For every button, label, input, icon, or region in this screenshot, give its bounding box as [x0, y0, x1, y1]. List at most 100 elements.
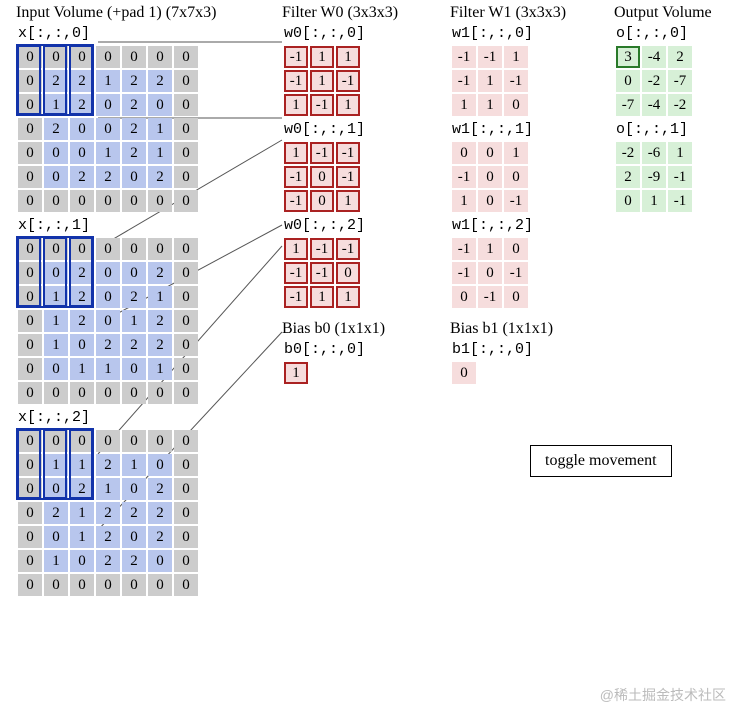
input-section: Input Volume (+pad 1) (7x7x3) x[:,:,0] 0…: [16, 4, 216, 598]
cell: 0: [44, 46, 68, 68]
cell: 0: [18, 382, 42, 404]
cell: 0: [148, 190, 172, 212]
cell: 0: [18, 526, 42, 548]
cell: 1: [478, 238, 502, 260]
cell: 0: [70, 118, 94, 140]
cell: 0: [174, 286, 198, 308]
x1-label: x[:,:,1]: [18, 217, 216, 234]
cell: 0: [148, 382, 172, 404]
cell: 1: [642, 190, 666, 212]
cell: -7: [668, 70, 692, 92]
cell: 1: [336, 286, 360, 308]
output-section: Output Volume o[:,:,0] 3-420-2-7-7-4-2 o…: [614, 4, 712, 214]
cell: -1: [452, 262, 476, 284]
cell: 1: [44, 550, 68, 572]
filter1-grid-0: -1-11-11-1110: [450, 44, 530, 118]
cell: -1: [310, 142, 334, 164]
cell: 0: [310, 190, 334, 212]
cell: 1: [478, 70, 502, 92]
cell: 1: [96, 142, 120, 164]
cell: 0: [174, 526, 198, 548]
cell: 0: [122, 166, 146, 188]
cell: 2: [122, 550, 146, 572]
cell: 0: [122, 190, 146, 212]
cell: 1: [148, 118, 172, 140]
cell: 0: [174, 142, 198, 164]
cell: 0: [96, 382, 120, 404]
cell: -1: [452, 166, 476, 188]
cell: 0: [18, 46, 42, 68]
w02-label: w0[:,:,2]: [284, 217, 398, 234]
cell: 2: [148, 502, 172, 524]
cell: 0: [18, 286, 42, 308]
cell: 2: [122, 334, 146, 356]
cell: -1: [452, 238, 476, 260]
cell: -9: [642, 166, 666, 188]
cell: -1: [336, 166, 360, 188]
cell: 1: [478, 94, 502, 116]
cell: 0: [18, 238, 42, 260]
cell: 0: [310, 166, 334, 188]
cell: 0: [18, 502, 42, 524]
cell: 0: [452, 286, 476, 308]
w01-label: w0[:,:,1]: [284, 121, 398, 138]
filter0-grid-2: 1-1-1-1-10-111: [282, 236, 362, 310]
cell: 0: [478, 262, 502, 284]
cell: 0: [70, 574, 94, 596]
cell: -1: [310, 94, 334, 116]
cell: 0: [174, 550, 198, 572]
cell: 0: [44, 142, 68, 164]
cell: 2: [148, 262, 172, 284]
cell: 1: [504, 46, 528, 68]
bias1-grid: 0: [450, 360, 478, 386]
cell: 0: [148, 46, 172, 68]
cell: 1: [96, 358, 120, 380]
cell: 0: [96, 190, 120, 212]
cell: 1: [122, 310, 146, 332]
cell: 0: [18, 262, 42, 284]
cell: 0: [452, 362, 476, 384]
cell: 0: [96, 430, 120, 452]
input-grid-0: 0000000022122001202000200210000121000220…: [16, 44, 200, 214]
cell: 1: [148, 142, 172, 164]
cell: 0: [174, 382, 198, 404]
cell: -1: [478, 46, 502, 68]
cell: 0: [478, 142, 502, 164]
cell: 0: [96, 574, 120, 596]
cell: 0: [122, 262, 146, 284]
cell: -1: [284, 190, 308, 212]
cell: -2: [616, 142, 640, 164]
cell: -1: [336, 238, 360, 260]
cell: 0: [44, 262, 68, 284]
cell: 1: [70, 358, 94, 380]
bias0-grid: 1: [282, 360, 310, 386]
cell: 0: [18, 310, 42, 332]
cell: 0: [174, 430, 198, 452]
cell: 2: [122, 118, 146, 140]
cell: 0: [616, 70, 640, 92]
cell: 0: [616, 190, 640, 212]
cell: 1: [310, 70, 334, 92]
cell: 0: [174, 358, 198, 380]
x2-label: x[:,:,2]: [18, 409, 216, 426]
b1-label: b1[:,:,0]: [452, 341, 566, 358]
cell: 2: [70, 166, 94, 188]
cell: 0: [70, 190, 94, 212]
toggle-movement-button[interactable]: toggle movement: [530, 445, 672, 477]
cell: 1: [44, 334, 68, 356]
cell: 0: [44, 526, 68, 548]
filter1-grid-2: -110-10-10-10: [450, 236, 530, 310]
cell: -7: [616, 94, 640, 116]
cell: 2: [148, 334, 172, 356]
cell: 2: [70, 286, 94, 308]
bias0-heading: Bias b0 (1x1x1): [282, 320, 398, 338]
cell: 0: [122, 430, 146, 452]
cell: -1: [452, 46, 476, 68]
cell: 0: [44, 478, 68, 500]
cell: 0: [44, 190, 68, 212]
cell: 0: [174, 310, 198, 332]
cell: 1: [284, 142, 308, 164]
cell: 2: [148, 166, 172, 188]
cell: 0: [18, 478, 42, 500]
cell: 2: [96, 502, 120, 524]
